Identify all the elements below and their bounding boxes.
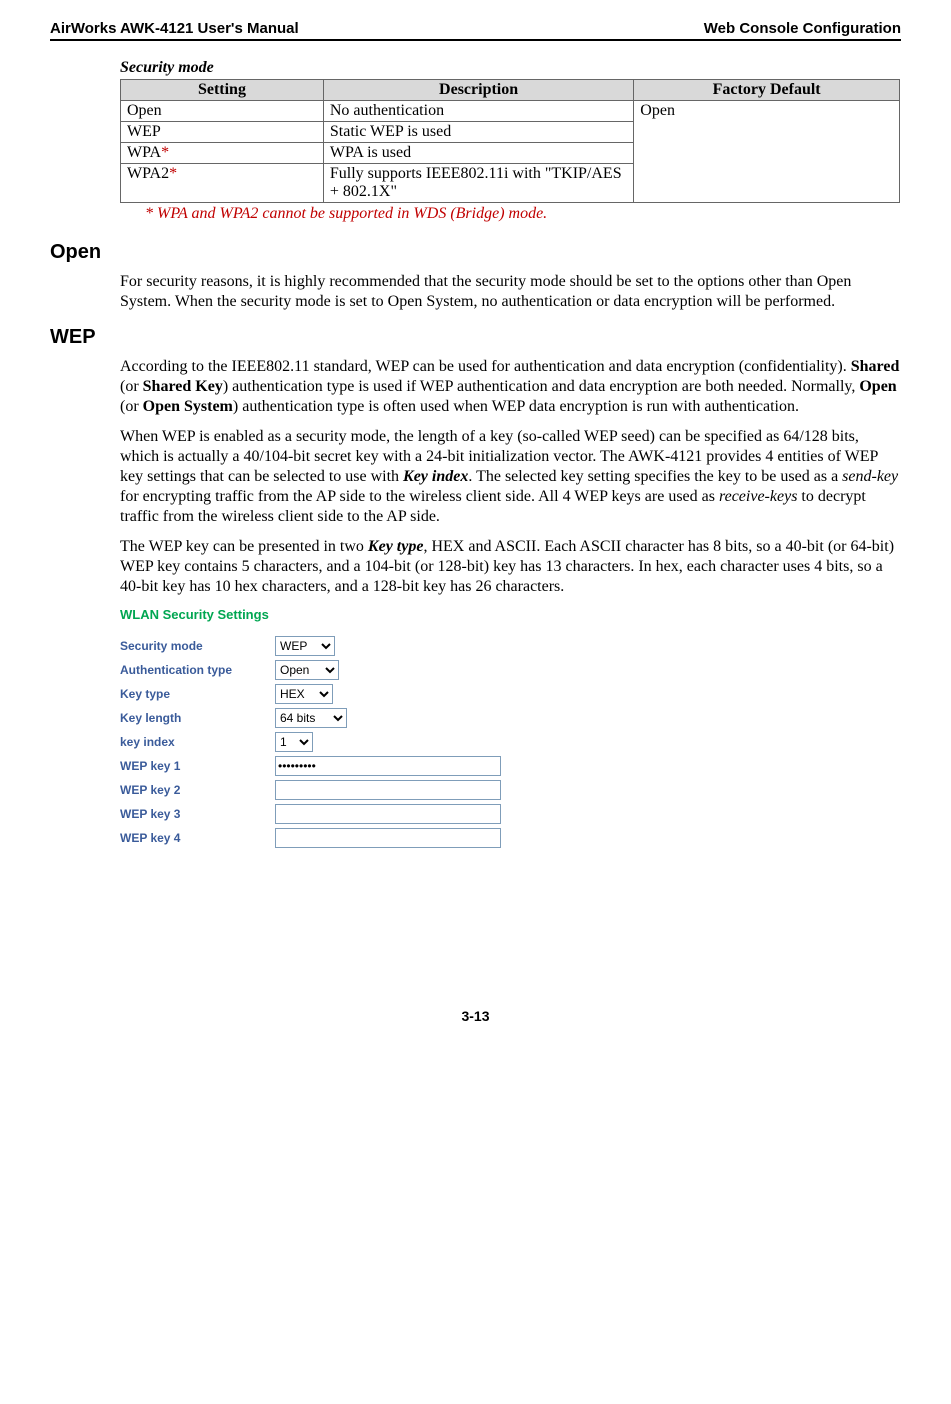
bold-open: Open <box>859 378 896 395</box>
label-security-mode: Security mode <box>120 639 275 653</box>
key-type-select[interactable]: HEX <box>275 684 333 704</box>
wep-paragraph-3: The WEP key can be presented in two Key … <box>120 537 901 597</box>
table-row: Open No authentication Open <box>121 101 900 122</box>
row-wep-key-1: WEP key 1 <box>120 756 901 776</box>
bold-shared: Shared <box>851 358 900 375</box>
wpa-footnote: * WPA and WPA2 cannot be supported in WD… <box>145 205 901 223</box>
setting-text: WPA <box>127 144 161 161</box>
label-wep-key-1: WEP key 1 <box>120 759 275 773</box>
wep-paragraph-2: When WEP is enabled as a security mode, … <box>120 427 901 527</box>
label-key-type: Key type <box>120 687 275 701</box>
cell-desc: WPA is used <box>323 143 633 164</box>
bold-italic-key-type: Key type <box>368 538 424 555</box>
label-auth-type: Authentication type <box>120 663 275 677</box>
security-mode-table: Setting Description Factory Default Open… <box>120 79 900 203</box>
open-heading: Open <box>50 241 901 264</box>
text: for encrypting traffic from the AP side … <box>120 488 719 505</box>
security-mode-title: Security mode <box>120 59 901 77</box>
row-wep-key-4: WEP key 4 <box>120 828 901 848</box>
label-key-length: Key length <box>120 711 275 725</box>
bold-italic-key-index: Key index <box>403 468 468 485</box>
wep-key-2-input[interactable] <box>275 780 501 800</box>
page-number: 3-13 <box>50 1008 901 1024</box>
label-key-index: key index <box>120 735 275 749</box>
asterisk: * <box>169 165 177 182</box>
bold-shared-key: Shared Key <box>143 378 223 395</box>
form-title: WLAN Security Settings <box>120 607 901 622</box>
wep-heading: WEP <box>50 326 901 349</box>
key-length-select[interactable]: 64 bits <box>275 708 347 728</box>
row-security-mode: Security mode WEP <box>120 636 901 656</box>
label-wep-key-2: WEP key 2 <box>120 783 275 797</box>
cell-setting: WPA2* <box>121 164 324 203</box>
header-left: AirWorks AWK-4121 User's Manual <box>50 20 299 37</box>
text: The WEP key can be presented in two <box>120 538 368 555</box>
header-right: Web Console Configuration <box>704 20 901 37</box>
cell-setting: Open <box>121 101 324 122</box>
text: According to the IEEE802.11 standard, WE… <box>120 358 851 375</box>
key-index-select[interactable]: 1 <box>275 732 313 752</box>
text: (or <box>120 378 143 395</box>
col-default: Factory Default <box>634 80 900 101</box>
text: ) authentication type is often used when… <box>233 398 799 415</box>
row-wep-key-3: WEP key 3 <box>120 804 901 824</box>
cell-setting: WEP <box>121 122 324 143</box>
text: (or <box>120 398 143 415</box>
cell-desc: Fully supports IEEE802.11i with "TKIP/AE… <box>323 164 633 203</box>
cell-desc: Static WEP is used <box>323 122 633 143</box>
row-key-index: key index 1 <box>120 732 901 752</box>
open-paragraph: For security reasons, it is highly recom… <box>120 272 901 312</box>
wep-key-3-input[interactable] <box>275 804 501 824</box>
security-mode-select[interactable]: WEP <box>275 636 335 656</box>
asterisk: * <box>161 144 169 161</box>
col-description: Description <box>323 80 633 101</box>
auth-type-select[interactable]: Open <box>275 660 339 680</box>
italic-receive-keys: receive-keys <box>719 488 797 505</box>
cell-setting: WPA* <box>121 143 324 164</box>
wep-key-4-input[interactable] <box>275 828 501 848</box>
italic-send-key: send-key <box>842 468 898 485</box>
cell-default: Open <box>634 101 900 203</box>
row-wep-key-2: WEP key 2 <box>120 780 901 800</box>
setting-text: WPA2 <box>127 165 169 182</box>
row-key-type: Key type HEX <box>120 684 901 704</box>
wlan-security-form: WLAN Security Settings Security mode WEP… <box>120 607 901 848</box>
col-setting: Setting <box>121 80 324 101</box>
row-auth-type: Authentication type Open <box>120 660 901 680</box>
wep-paragraph-1: According to the IEEE802.11 standard, WE… <box>120 357 901 417</box>
label-wep-key-4: WEP key 4 <box>120 831 275 845</box>
page-header: AirWorks AWK-4121 User's Manual Web Cons… <box>50 20 901 41</box>
bold-open-system: Open System <box>143 398 233 415</box>
table-header-row: Setting Description Factory Default <box>121 80 900 101</box>
text: ) authentication type is used if WEP aut… <box>223 378 860 395</box>
label-wep-key-3: WEP key 3 <box>120 807 275 821</box>
wep-key-1-input[interactable] <box>275 756 501 776</box>
row-key-length: Key length 64 bits <box>120 708 901 728</box>
text: . The selected key setting specifies the… <box>468 468 842 485</box>
cell-desc: No authentication <box>323 101 633 122</box>
